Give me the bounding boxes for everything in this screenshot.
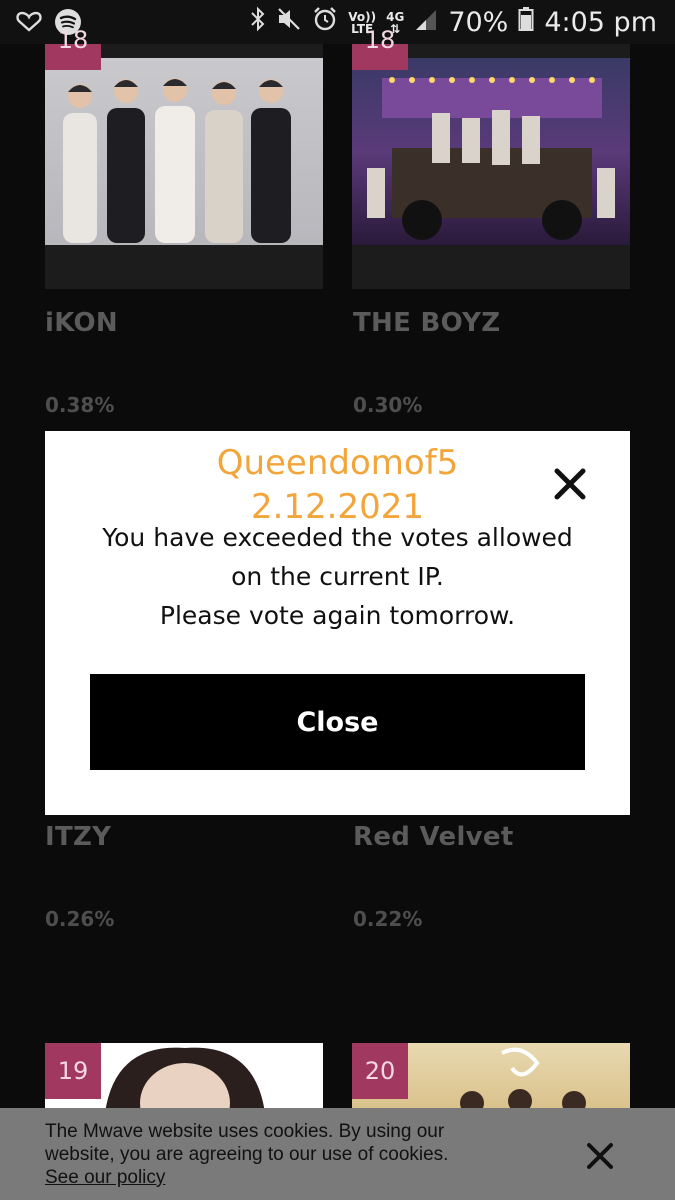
artist-card[interactable]: 19 — [45, 1043, 323, 1113]
dialog-close-icon[interactable] — [550, 464, 590, 504]
artist-photo — [352, 44, 630, 289]
dialog-message-line1: You have exceeded the votes allowed — [102, 523, 573, 552]
battery-icon — [518, 6, 534, 39]
rank-badge: 18 — [45, 26, 101, 70]
rank-badge: 19 — [45, 1043, 101, 1099]
artist-card[interactable] — [45, 44, 323, 289]
cookie-close-icon[interactable] — [585, 1141, 615, 1171]
cookie-policy-link[interactable]: See our policy — [45, 1167, 165, 1188]
vote-limit-dialog: Queendomof5 2.12.2021 You have exceeded … — [45, 431, 630, 815]
artist-photo — [45, 44, 323, 289]
artist-name: Red Velvet — [353, 822, 514, 852]
close-button[interactable]: Close — [90, 674, 585, 770]
artist-photo: 20 — [352, 1043, 630, 1113]
cookie-banner: The Mwave website uses cookies. By using… — [0, 1108, 675, 1200]
notification-app-icon — [14, 9, 44, 40]
clock: 4:05 pm — [544, 7, 657, 38]
battery-percent: 70% — [448, 7, 509, 38]
rank-badge: 20 — [352, 1043, 408, 1099]
dialog-title-line1: Queendomof5 — [216, 443, 459, 483]
artist-name: iKON — [45, 308, 118, 338]
cookie-message: The Mwave website uses cookies. By using… — [45, 1121, 449, 1165]
vote-percent: 0.26% — [45, 907, 115, 931]
vote-percent: 0.38% — [45, 393, 115, 417]
vote-percent: 0.30% — [353, 393, 423, 417]
signal-icon — [414, 7, 438, 39]
dialog-message-line3: Please vote again tomorrow. — [159, 601, 516, 630]
alarm-icon — [312, 6, 338, 39]
artist-name: ITZY — [45, 822, 112, 852]
dialog-message-line2: on the current IP. — [231, 562, 444, 591]
artist-photo: 19 — [45, 1043, 323, 1113]
artist-name: THE BOYZ — [353, 308, 501, 338]
bluetooth-icon — [250, 6, 266, 39]
artist-card[interactable]: 20 — [352, 1043, 630, 1113]
artist-card[interactable] — [352, 44, 630, 289]
mute-icon — [276, 6, 302, 39]
rank-badge: 18 — [352, 26, 408, 70]
cookie-text: The Mwave website uses cookies. By using… — [45, 1120, 515, 1189]
vote-percent: 0.22% — [353, 907, 423, 931]
status-bar: Vo)) LTE 4G ⇅ 70% 4:05 pm — [0, 0, 675, 44]
